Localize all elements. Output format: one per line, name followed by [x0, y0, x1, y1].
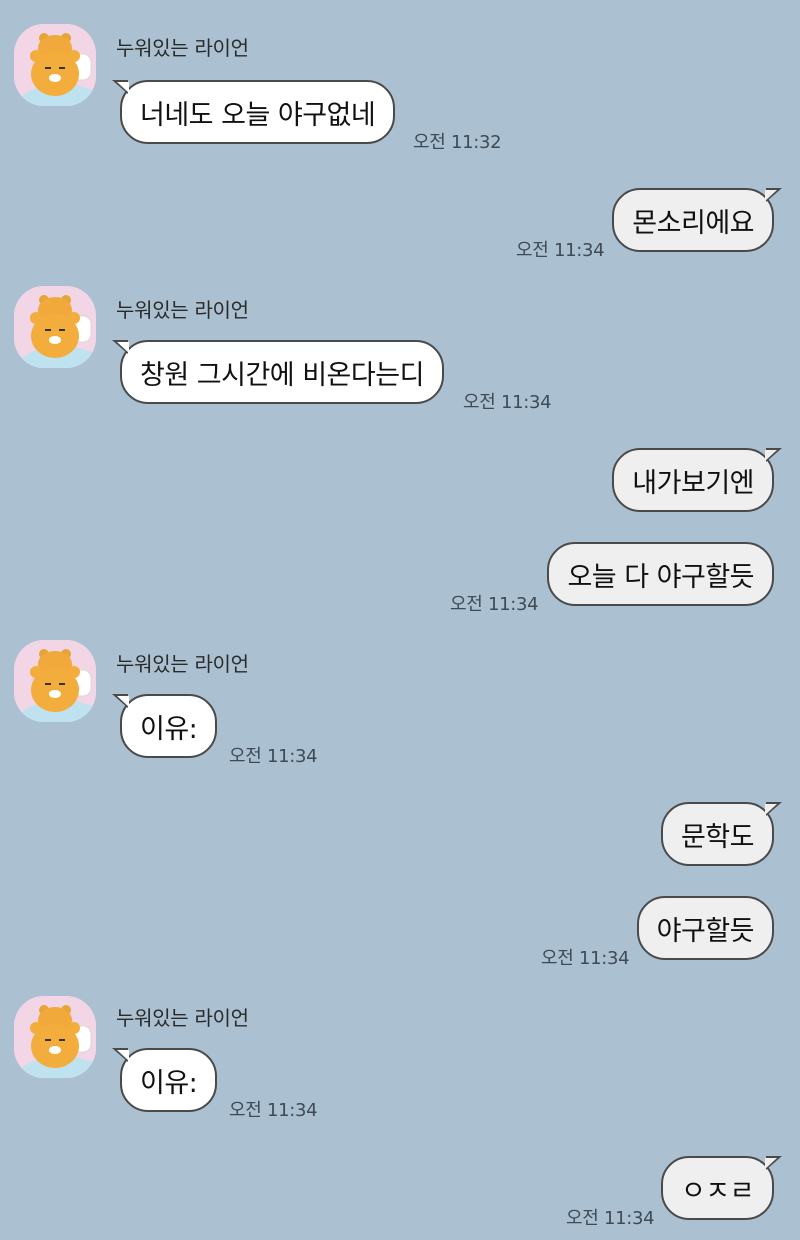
ryan-avatar-icon: [14, 286, 96, 368]
avatar[interactable]: [14, 24, 96, 106]
message-time: 오전 11:34: [541, 948, 630, 969]
message-bubble[interactable]: 내가보기엔: [612, 448, 782, 512]
avatar[interactable]: [14, 996, 96, 1078]
message-time: 오전 11:34: [229, 746, 318, 767]
message-bubble[interactable]: ㅇㅈㄹ: [660, 1156, 783, 1220]
message-bubble[interactable]: 이유:: [111, 694, 218, 758]
sender-name: 누워있는 라이언: [116, 652, 249, 676]
message-bubble[interactable]: 이유:: [111, 1048, 218, 1112]
avatar[interactable]: [14, 640, 96, 722]
sender-name: 누워있는 라이언: [116, 1006, 249, 1030]
message-bubble[interactable]: 창원 그시간에 비온다는디: [112, 340, 444, 404]
ryan-avatar-icon: [14, 24, 96, 106]
message-time: 오전 11:34: [463, 392, 552, 413]
sender-name: 누워있는 라이언: [116, 298, 249, 322]
message-time: 오전 11:34: [229, 1100, 318, 1121]
message-bubble[interactable]: 오늘 다 야구할듯: [547, 542, 774, 606]
avatar[interactable]: [14, 286, 96, 368]
message-bubble[interactable]: 너네도 오늘 야구없네: [111, 80, 396, 144]
message-bubble[interactable]: 몬소리에요: [612, 188, 782, 252]
message-bubble[interactable]: 야구할듯: [636, 896, 774, 960]
message-time: 오전 11:34: [566, 1208, 655, 1229]
message-time: 오전 11:34: [516, 240, 605, 261]
ryan-avatar-icon: [14, 640, 96, 722]
message-bubble[interactable]: 문학도: [660, 802, 783, 866]
message-time: 오전 11:34: [450, 594, 539, 615]
ryan-avatar-icon: [14, 996, 96, 1078]
sender-name: 누워있는 라이언: [116, 36, 249, 60]
message-time: 오전 11:32: [413, 132, 502, 153]
